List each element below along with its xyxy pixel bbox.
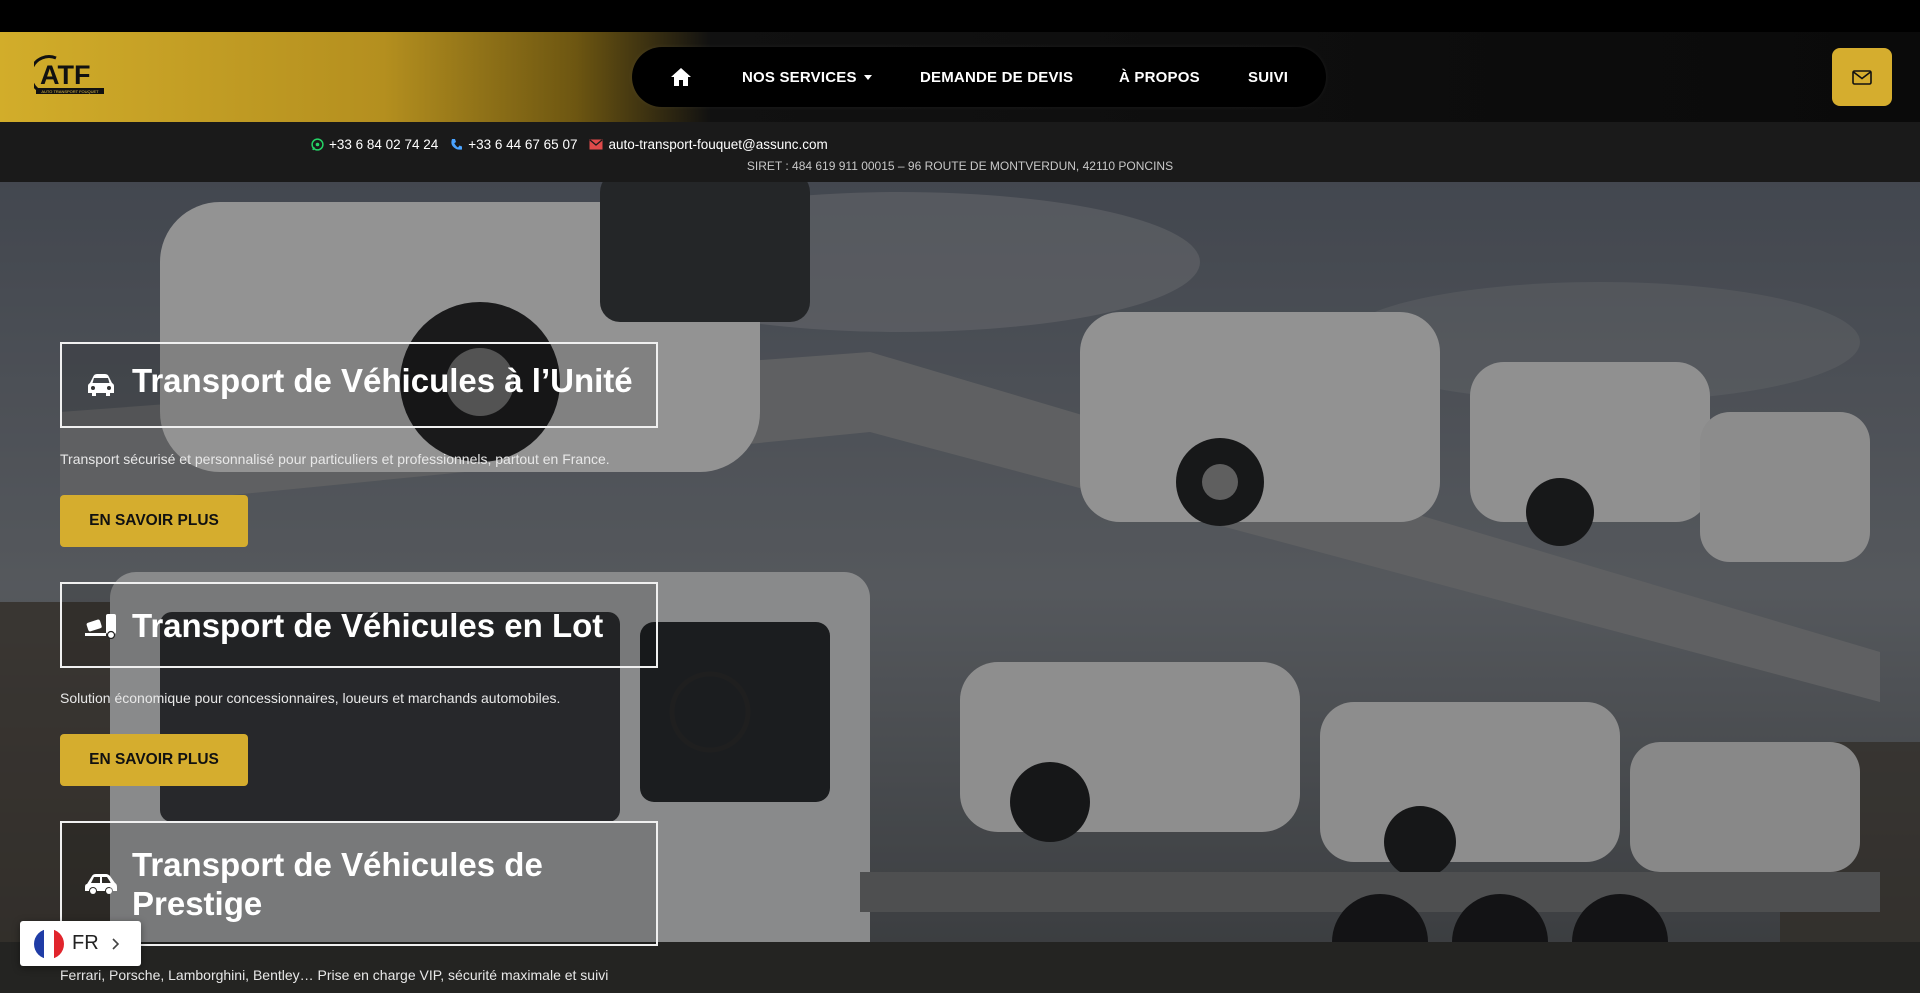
service-card-prestige: Transport de Véhicules de Prestige	[60, 821, 658, 946]
whatsapp-icon	[311, 137, 324, 151]
service-card-lot: Transport de Véhicules en Lot	[60, 582, 658, 668]
language-label: FR	[72, 932, 99, 954]
whatsapp-number: +33 6 84 02 74 24	[329, 136, 439, 152]
logo-subtext: AUTO TRANSPORT FOUQUET	[41, 89, 99, 94]
phone-contact[interactable]: +33 6 44 67 65 07	[450, 137, 577, 152]
nav-services-label: NOS SERVICES	[742, 68, 857, 86]
service-desc-unit: Transport sécurisé et personnalisé pour …	[60, 451, 610, 467]
nav-tracking-label: SUIVI	[1248, 68, 1289, 86]
chevron-right-icon	[112, 937, 119, 950]
nav-quote-label: DEMANDE DE DEVIS	[920, 68, 1074, 86]
truck-ramp-icon	[80, 611, 122, 639]
email-address: auto-transport-fouquet@assunc.com	[608, 136, 828, 152]
service-title-unit: Transport de Véhicules à l’Unité	[132, 361, 633, 399]
main-navbar: ATF AUTO TRANSPORT FOUQUET NOS SERVICES …	[0, 32, 1920, 122]
siret-address-text: SIRET : 484 619 911 00015 – 96 ROUTE DE …	[746, 159, 1174, 173]
phone-number: +33 6 44 67 65 07	[468, 136, 578, 152]
nav-quote-link[interactable]: DEMANDE DE DEVIS	[920, 47, 1073, 107]
home-link[interactable]	[670, 47, 692, 107]
chevron-down-icon	[863, 74, 872, 80]
language-switcher[interactable]: FR	[20, 921, 141, 966]
car-side-icon	[80, 872, 122, 896]
contact-info-bar: +33 6 84 02 74 24 +33 6 44 67 65 07 auto…	[0, 122, 1920, 182]
nav-services-dropdown[interactable]: NOS SERVICES	[742, 47, 872, 107]
main-menu: NOS SERVICES DEMANDE DE DEVIS À PROPOS S…	[632, 47, 1326, 107]
learn-more-button-lot[interactable]: EN SAVOIR PLUS	[60, 734, 248, 786]
atf-logo[interactable]: ATF AUTO TRANSPORT FOUQUET	[34, 52, 106, 100]
car-icon	[80, 373, 122, 397]
nav-about-label: À PROPOS	[1119, 68, 1200, 86]
home-icon	[671, 68, 691, 86]
france-flag-icon	[34, 928, 64, 959]
nav-tracking-link[interactable]: SUIVI	[1248, 47, 1288, 107]
service-desc-prestige: Ferrari, Porsche, Lamborghini, Bentley… …	[60, 967, 609, 983]
email-icon	[589, 138, 603, 149]
service-card-unit: Transport de Véhicules à l’Unité	[60, 342, 658, 428]
logo-text: ATF	[40, 60, 90, 90]
nav-about-link[interactable]: À PROPOS	[1119, 47, 1200, 107]
email-contact[interactable]: auto-transport-fouquet@assunc.com	[589, 136, 828, 152]
phone-icon	[451, 138, 463, 150]
contact-mail-button[interactable]	[1832, 48, 1892, 106]
learn-more-button-unit[interactable]: EN SAVOIR PLUS	[60, 495, 248, 547]
service-title-prestige: Transport de Véhicules de Prestige	[132, 845, 543, 922]
contact-list: +33 6 84 02 74 24 +33 6 44 67 65 07 auto…	[311, 135, 840, 153]
whatsapp-contact[interactable]: +33 6 84 02 74 24	[311, 137, 438, 152]
top-black-bar	[0, 0, 1920, 32]
service-desc-lot: Solution économique pour concessionnaire…	[60, 690, 561, 706]
envelope-icon	[1852, 69, 1872, 85]
service-title-lot: Transport de Véhicules en Lot	[132, 606, 604, 644]
